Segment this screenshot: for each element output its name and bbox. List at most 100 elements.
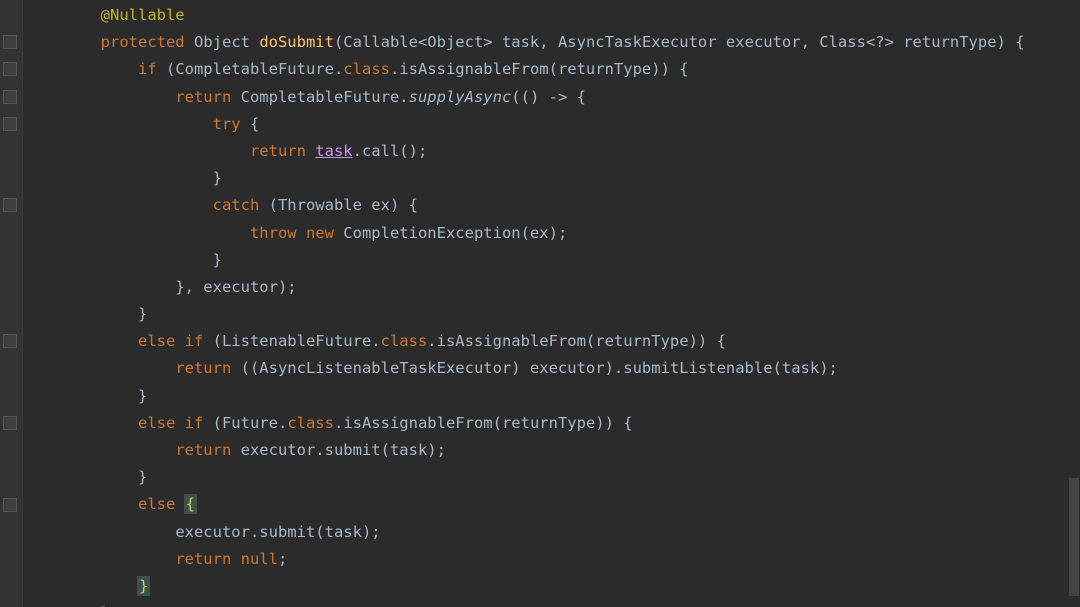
code-line[interactable]: return null; [26,546,1064,573]
indent [26,88,175,106]
indent [26,387,138,405]
code-token: Object [185,33,260,51]
code-token: class [381,332,428,350]
code-token: .isAssignableFrom(returnType)) { [390,60,689,78]
fold-toggle-icon[interactable] [3,35,17,49]
code-token: return null [175,550,278,568]
indent [26,142,250,160]
code-token: protected [101,33,185,51]
scrollbar-thumb[interactable] [1069,478,1079,596]
code-line[interactable]: throw new CompletionException(ex); [26,220,1064,247]
indent [26,468,138,486]
fold-toggle-icon[interactable] [3,416,17,430]
code-line[interactable]: return task.call(); [26,138,1064,165]
indent [26,577,138,595]
indent [26,359,175,377]
code-token: catch [213,196,260,214]
indent [26,441,175,459]
code-token: executor.submit(task); [231,441,446,459]
code-line[interactable]: catch (Throwable ex) { [26,192,1064,219]
code-line[interactable]: return ((AsyncListenableTaskExecutor) ex… [26,355,1064,382]
indent [26,224,250,242]
code-token: return [250,142,315,160]
code-line[interactable]: else if (Future.class.isAssignableFrom(r… [26,410,1064,437]
code-line[interactable]: } [26,464,1064,491]
code-token: } [213,251,222,269]
indent [26,169,213,187]
code-line[interactable]: } [26,600,1064,607]
code-line[interactable]: try { [26,111,1064,138]
code-token: } [138,387,147,405]
code-token: } [138,305,147,323]
code-token: return [175,359,231,377]
code-token: if [138,60,166,78]
code-line[interactable]: return executor.submit(task); [26,437,1064,464]
indent [26,332,138,350]
indent [26,278,175,296]
code-token: } [137,576,150,596]
fold-toggle-icon[interactable] [3,198,17,212]
code-token: (Callable<Object> task [334,33,539,51]
fold-toggle-icon[interactable] [3,117,17,131]
code-token: doSubmit [259,33,334,51]
scrollbar-track[interactable] [1068,0,1080,607]
code-token: .isAssignableFrom(returnType)) { [427,332,726,350]
code-line[interactable]: } [26,383,1064,410]
code-token: ; [558,224,567,242]
code-token: .call(); [353,142,428,160]
code-token: .isAssignableFrom(returnType)) { [334,414,633,432]
code-token: return [175,441,231,459]
code-line[interactable]: return CompletableFuture.supplyAsync(() … [26,84,1064,111]
code-line[interactable]: protected Object doSubmit(Callable<Objec… [26,29,1064,56]
indent [26,414,138,432]
indent [26,115,213,133]
code-token: else if [138,414,203,432]
indent [26,251,213,269]
code-token: CompletableFuture. [231,88,408,106]
code-token: class [343,60,390,78]
fold-toggle-icon[interactable] [3,90,17,104]
code-token: CompletionException(ex) [334,224,558,242]
code-token: } [213,169,222,187]
code-token: class [287,414,334,432]
code-line[interactable]: if (CompletableFuture.class.isAssignable… [26,56,1064,83]
code-token: throw new [250,224,334,242]
indent [26,60,138,78]
indent [26,305,138,323]
indent [26,523,175,541]
code-token: (Future. [203,414,287,432]
code-token: } [138,468,147,486]
fold-toggle-icon[interactable] [3,334,17,348]
code-editor[interactable]: @Nullable protected Object doSubmit(Call… [0,0,1080,607]
code-line[interactable]: } [26,573,1064,600]
code-token: { [241,115,260,133]
code-token: , AsyncTaskExecutor executor [539,33,800,51]
fold-toggle-icon[interactable] [3,498,17,512]
code-token: supplyAsync [409,88,512,106]
indent [26,495,138,513]
code-token: task [315,142,352,160]
code-line[interactable]: else { [26,491,1064,518]
code-line[interactable]: } [26,247,1064,274]
code-token: (CompletableFuture. [166,60,343,78]
code-line[interactable]: else if (ListenableFuture.class.isAssign… [26,328,1064,355]
code-token: return [175,88,231,106]
indent [26,33,101,51]
code-token: @Nullable [101,6,185,24]
code-token: ; [278,550,287,568]
code-token: try [213,115,241,133]
code-line[interactable]: } [26,165,1064,192]
indent [26,6,101,24]
code-line[interactable]: @Nullable [26,2,1064,29]
code-token: executor.submit(task); [175,523,380,541]
fold-toggle-icon[interactable] [3,62,17,76]
code-line[interactable]: }, executor); [26,274,1064,301]
code-token: { [184,494,197,514]
code-line[interactable]: executor.submit(task); [26,519,1064,546]
code-line[interactable]: } [26,301,1064,328]
code-area[interactable]: @Nullable protected Object doSubmit(Call… [26,2,1064,607]
code-token: else if [138,332,203,350]
code-token: (() -> { [511,88,586,106]
editor-gutter [0,0,23,607]
code-token: ((AsyncListenableTaskExecutor) executor)… [231,359,838,377]
